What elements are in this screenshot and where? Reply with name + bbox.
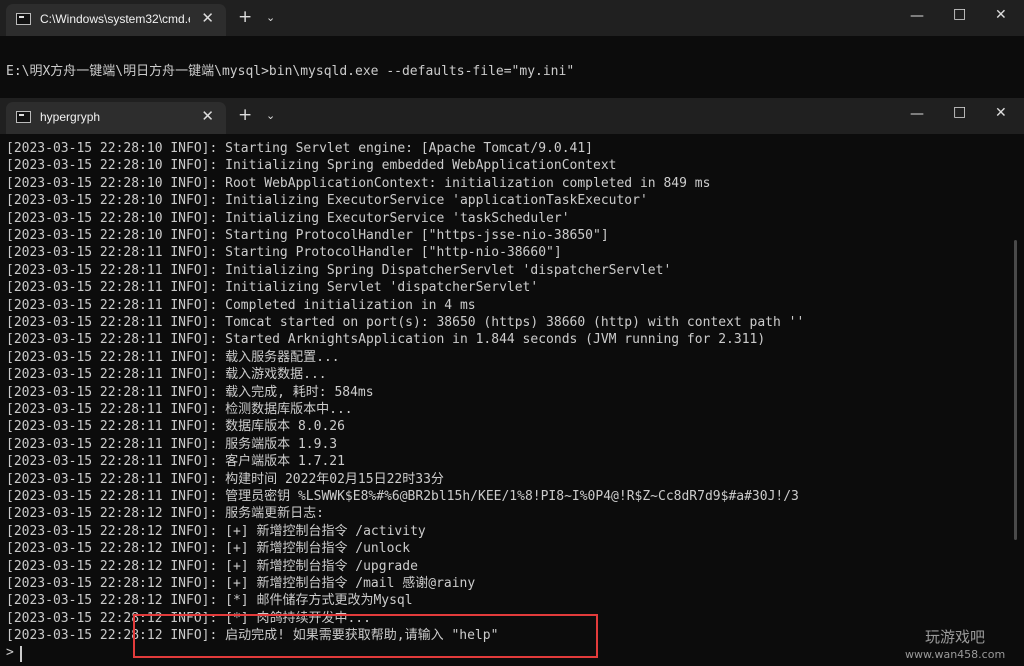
log-line: [2023-03-15 22:28:11 INFO]: 检测数据库版本中... [6, 402, 353, 417]
tab-hypergryph[interactable]: hypergryph ✕ [6, 102, 226, 134]
log-line: [2023-03-15 22:28:11 INFO]: 管理员密钥 %LSWWK… [6, 489, 799, 504]
log-line: [2023-03-15 22:28:11 INFO]: Initializing… [6, 280, 539, 296]
scrollbar[interactable] [1014, 240, 1017, 540]
tab-dropdown-button[interactable]: ⌄ [266, 11, 275, 24]
log-line: [2023-03-15 22:28:12 INFO]: [+] 新增控制台指令 … [6, 523, 426, 539]
log-line: [2023-03-15 22:28:10 INFO]: Initializing… [6, 193, 648, 209]
top-window-console[interactable]: E:\明X方舟一键端\明日方舟一键端\mysql>bin\mysqld.exe … [0, 36, 1024, 98]
log-line: [2023-03-15 22:28:10 INFO]: Initializing… [6, 210, 570, 226]
log-line: [2023-03-15 22:28:12 INFO]: [+] 新增控制台指令 … [6, 576, 476, 591]
maximize-button[interactable]: □ [953, 6, 966, 22]
log-line: [2023-03-15 22:28:10 INFO]: Initializing… [6, 158, 617, 174]
log-line: [2023-03-15 22:28:12 INFO]: 服务端更新日志: [6, 506, 324, 522]
log-line: [2023-03-15 22:28:11 INFO]: Tomcat start… [6, 315, 805, 330]
log-line: [2023-03-15 22:28:11 INFO]: 客户端版本 1.7.21 [6, 454, 345, 470]
console-window-tabbar: hypergryph ✕ + ⌄ — □ ✕ [0, 98, 1024, 134]
text-cursor[interactable] [20, 646, 22, 662]
log-line: [2023-03-15 22:28:11 INFO]: Starting Pro… [6, 245, 562, 261]
log-line: [2023-03-15 22:28:11 INFO]: 服务端版本 1.9.3 [6, 436, 338, 452]
minimize-button[interactable]: — [910, 106, 924, 122]
log-line: [2023-03-15 22:28:12 INFO]: [+] 新增控制台指令 … [6, 541, 411, 557]
tab-cmd[interactable]: C:\Windows\system32\cmd.e: ✕ [6, 4, 226, 36]
log-line: [2023-03-15 22:28:12 INFO]: [*] 邮件储存方式更改… [6, 593, 413, 609]
new-tab-button[interactable]: + [238, 7, 252, 27]
log-line: [2023-03-15 22:28:10 INFO]: Starting Pro… [6, 228, 609, 243]
log-line: [2023-03-15 22:28:11 INFO]: Started Arkn… [6, 332, 766, 348]
log-line: [2023-03-15 22:28:11 INFO]: 构建时间 2022年02… [6, 471, 444, 487]
command-prompt: > [6, 645, 14, 660]
close-window-button[interactable]: ✕ [995, 105, 1007, 121]
highlight-box [133, 614, 598, 658]
maximize-button[interactable]: □ [953, 104, 966, 120]
log-line: [2023-03-15 22:28:10 INFO]: Starting Ser… [6, 141, 593, 156]
log-line: [2023-03-15 22:28:12 INFO]: [+] 新增控制台指令 … [6, 558, 418, 574]
cmd-icon [16, 111, 31, 123]
tab-dropdown-button[interactable]: ⌄ [266, 109, 275, 122]
top-window-tabbar: C:\Windows\system32\cmd.e: ✕ + ⌄ — □ ✕ [0, 0, 1024, 36]
log-line: [2023-03-15 22:28:11 INFO]: 载入完成, 耗时: 58… [6, 384, 374, 400]
cmd-icon [16, 13, 31, 25]
watermark-url: www.wan458.com [905, 648, 1006, 661]
log-line: [2023-03-15 22:28:11 INFO]: 数据库版本 8.0.26 [6, 419, 345, 435]
log-line: [2023-03-15 22:28:10 INFO]: Root WebAppl… [6, 175, 711, 191]
watermark-text: 玩游戏吧 [925, 628, 986, 646]
log-line: [2023-03-15 22:28:11 INFO]: Completed in… [6, 297, 476, 313]
tab-close-icon[interactable]: ✕ [201, 9, 214, 27]
tab-close-icon[interactable]: ✕ [201, 107, 214, 125]
command-line: E:\明X方舟一键端\明日方舟一键端\mysql>bin\mysqld.exe … [6, 64, 575, 79]
log-line: [2023-03-15 22:28:11 INFO]: 载入游戏数据... [6, 367, 327, 383]
new-tab-button[interactable]: + [238, 105, 252, 125]
tab-hypergryph-label: hypergryph [40, 110, 101, 124]
log-line: [2023-03-15 22:28:11 INFO]: Initializing… [6, 262, 672, 278]
tab-cmd-label: C:\Windows\system32\cmd.e: [40, 12, 190, 26]
log-line: [2023-03-15 22:28:11 INFO]: 载入服务器配置... [6, 349, 340, 365]
close-window-button[interactable]: ✕ [995, 7, 1007, 23]
minimize-button[interactable]: — [910, 8, 924, 24]
